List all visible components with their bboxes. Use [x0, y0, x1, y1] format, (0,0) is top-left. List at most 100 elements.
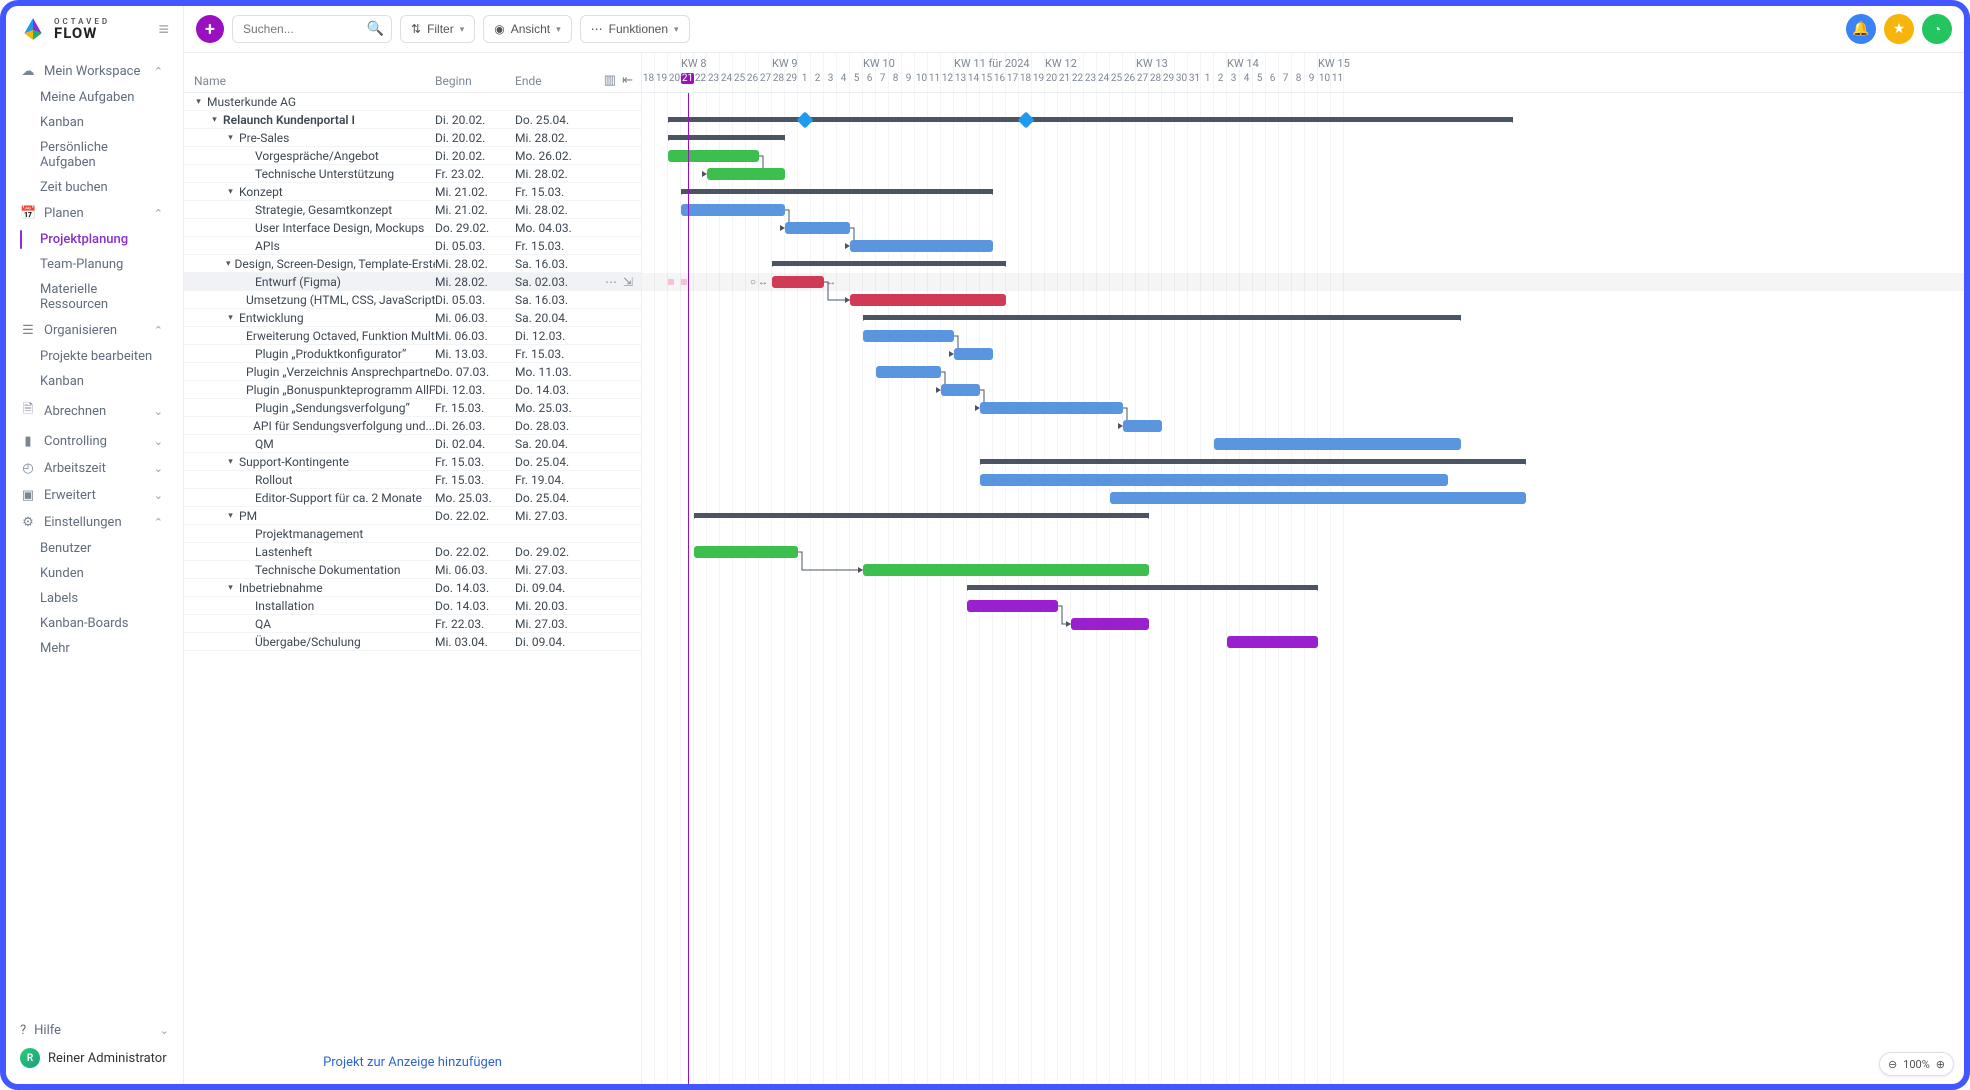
- collapse-pane-icon[interactable]: ⇤: [622, 73, 633, 88]
- gantt-bar[interactable]: [863, 564, 1149, 576]
- gantt-bar[interactable]: [1110, 492, 1526, 504]
- gantt-bar[interactable]: [863, 330, 954, 342]
- table-row[interactable]: Übergabe/SchulungMi. 03.04.Di. 09.04.: [184, 633, 641, 651]
- gantt-bar[interactable]: [707, 168, 785, 180]
- table-row[interactable]: ▾PMDo. 22.02.Mi. 27.03.: [184, 507, 641, 525]
- gantt-bar[interactable]: [850, 294, 1006, 306]
- nav-group-einstellungen[interactable]: ⚙Einstellungen⌃: [6, 509, 177, 536]
- table-row[interactable]: RolloutFr. 15.03.Fr. 19.04.: [184, 471, 641, 489]
- timer-button[interactable]: ◔: [1922, 14, 1952, 44]
- notifications-button[interactable]: 🔔: [1846, 14, 1876, 44]
- table-row[interactable]: Vorgespräche/AngebotDi. 20.02.Mo. 26.02.: [184, 147, 641, 165]
- zoom-out-icon[interactable]: ⊖: [1888, 1058, 1897, 1071]
- resize-left-icon[interactable]: ↔: [758, 277, 768, 288]
- nav-item-kanban[interactable]: Kanban: [6, 110, 177, 135]
- nav-group-abrechnen[interactable]: 🗎Abrechnen⌄: [6, 394, 177, 428]
- nav-item-materielle-ressourcen[interactable]: Materielle Ressourcen: [6, 277, 177, 317]
- nav-item-kanban[interactable]: Kanban: [6, 369, 177, 394]
- gantt-summary-bar[interactable]: [863, 315, 1461, 320]
- gantt-bar[interactable]: [1071, 618, 1149, 630]
- gantt-bar[interactable]: [980, 474, 1448, 486]
- table-row[interactable]: Entwurf (Figma)Mi. 28.02.Sa. 02.03.⋯⇲: [184, 273, 641, 291]
- gantt-bar[interactable]: [1123, 420, 1162, 432]
- table-row[interactable]: ▾EntwicklungMi. 06.03.Sa. 20.04.: [184, 309, 641, 327]
- zoom-control[interactable]: ⊖ 100% ⊕: [1879, 1052, 1954, 1076]
- gantt-bar[interactable]: [850, 240, 993, 252]
- table-row[interactable]: ▾Support-KontingenteFr. 15.03.Do. 25.04.: [184, 453, 641, 471]
- presence-button[interactable]: ★: [1884, 14, 1914, 44]
- expand-arrow-icon[interactable]: ▾: [226, 507, 235, 525]
- nav-item-persönliche-aufgaben[interactable]: Persönliche Aufgaben: [6, 135, 177, 175]
- table-row[interactable]: ▾Pre-SalesDi. 20.02.Mi. 28.02.: [184, 129, 641, 147]
- gantt-bar[interactable]: [941, 384, 980, 396]
- gantt-bar[interactable]: [785, 222, 850, 234]
- add-button[interactable]: +: [196, 15, 224, 43]
- table-row[interactable]: Plugin „Verzeichnis Ansprechpartner...Do…: [184, 363, 641, 381]
- gantt-bar[interactable]: [694, 546, 798, 558]
- filter-button[interactable]: ⇅Filter▾: [400, 15, 475, 43]
- gantt-bar[interactable]: [980, 402, 1123, 414]
- table-row[interactable]: InstallationDo. 14.03.Mi. 20.03.: [184, 597, 641, 615]
- resize-right-icon[interactable]: ↔: [826, 277, 836, 288]
- table-row[interactable]: Umsetzung (HTML, CSS, JavaScript)Di. 05.…: [184, 291, 641, 309]
- nav-group-organisieren[interactable]: ☰Organisieren⌃: [6, 317, 177, 344]
- expand-arrow-icon[interactable]: ▾: [226, 129, 235, 147]
- zoom-in-icon[interactable]: ⊕: [1936, 1058, 1945, 1071]
- table-row[interactable]: Plugin „Sendungsverfolgung“Fr. 15.03.Mo.…: [184, 399, 641, 417]
- table-row[interactable]: QMDi. 02.04.Sa. 20.04.: [184, 435, 641, 453]
- gantt-bar[interactable]: [1227, 636, 1318, 648]
- gantt-summary-bar[interactable]: [772, 261, 1006, 266]
- nav-item-benutzer[interactable]: Benutzer: [6, 536, 177, 561]
- open-detail-icon[interactable]: ⇲: [623, 273, 633, 291]
- nav-item-projekte-bearbeiten[interactable]: Projekte bearbeiten: [6, 344, 177, 369]
- nav-item-projektplanung[interactable]: Projektplanung: [6, 227, 177, 252]
- menu-toggle-icon[interactable]: ≡: [158, 19, 169, 40]
- nav-item-kunden[interactable]: Kunden: [6, 561, 177, 586]
- columns-toggle-icon[interactable]: ▥: [604, 73, 616, 88]
- column-header-begin[interactable]: Beginn: [435, 74, 515, 88]
- expand-arrow-icon[interactable]: ▾: [226, 255, 231, 273]
- gantt-bar[interactable]: [876, 366, 941, 378]
- table-row[interactable]: Strategie, GesamtkonzeptMi. 21.02.Mi. 28…: [184, 201, 641, 219]
- user-profile[interactable]: R Reiner Administrator: [20, 1048, 169, 1068]
- table-row[interactable]: Plugin „Produktkonfigurator“Mi. 13.03.Fr…: [184, 345, 641, 363]
- nav-item-kanban-boards[interactable]: Kanban-Boards: [6, 611, 177, 636]
- help-button[interactable]: ? Hilfe ⌄: [20, 1023, 169, 1038]
- table-row[interactable]: QAFr. 22.03.Mi. 27.03.: [184, 615, 641, 633]
- table-row[interactable]: Projektmanagement: [184, 525, 641, 543]
- table-row[interactable]: APIsDi. 05.03.Fr. 15.03.: [184, 237, 641, 255]
- table-row[interactable]: API für Sendungsverfolgung und...Di. 26.…: [184, 417, 641, 435]
- nav-item-meine-aufgaben[interactable]: Meine Aufgaben: [6, 85, 177, 110]
- table-row[interactable]: Technische DokumentationMi. 06.03.Mi. 27…: [184, 561, 641, 579]
- nav-group-controlling[interactable]: ▮Controlling⌄: [6, 428, 177, 455]
- nav-group-planen[interactable]: 📅Planen⌃: [6, 200, 177, 227]
- table-row[interactable]: ▾Relaunch Kundenportal IDi. 20.02.Do. 25…: [184, 111, 641, 129]
- nav-item-labels[interactable]: Labels: [6, 586, 177, 611]
- table-row[interactable]: LastenheftDo. 22.02.Do. 29.02.: [184, 543, 641, 561]
- more-actions-icon[interactable]: ⋯: [605, 273, 617, 291]
- nav-item-team-planung[interactable]: Team-Planung: [6, 252, 177, 277]
- expand-arrow-icon[interactable]: ▾: [210, 111, 219, 129]
- gantt-summary-bar[interactable]: [681, 189, 993, 194]
- expand-arrow-icon[interactable]: ▾: [194, 93, 203, 111]
- gantt-bar[interactable]: [967, 600, 1058, 612]
- gantt-bar[interactable]: [772, 276, 824, 288]
- gantt-summary-bar[interactable]: [967, 585, 1318, 590]
- gantt-summary-bar[interactable]: [668, 117, 1513, 122]
- column-header-name[interactable]: Name: [184, 74, 435, 88]
- nav-item-zeit-buchen[interactable]: Zeit buchen: [6, 175, 177, 200]
- view-button[interactable]: ◉Ansicht▾: [483, 15, 571, 43]
- gantt-summary-bar[interactable]: [980, 459, 1526, 464]
- table-row[interactable]: User Interface Design, MockupsDo. 29.02.…: [184, 219, 641, 237]
- gantt-bar[interactable]: [1214, 438, 1461, 450]
- milestone[interactable]: [1017, 112, 1034, 129]
- expand-arrow-icon[interactable]: ▾: [226, 453, 235, 471]
- expand-arrow-icon[interactable]: ▾: [226, 579, 235, 597]
- column-header-end[interactable]: Ende: [515, 74, 595, 88]
- table-row[interactable]: Technische UnterstützungFr. 23.02.Mi. 28…: [184, 165, 641, 183]
- table-row[interactable]: ▾Design, Screen-Design, Template-Erstell…: [184, 255, 641, 273]
- table-row[interactable]: ▾Musterkunde AG: [184, 93, 641, 111]
- table-row[interactable]: ▾InbetriebnahmeDo. 14.03.Di. 09.04.: [184, 579, 641, 597]
- add-project-button[interactable]: Projekt zur Anzeige hinzufügen: [184, 1041, 641, 1084]
- expand-arrow-icon[interactable]: ▾: [226, 183, 235, 201]
